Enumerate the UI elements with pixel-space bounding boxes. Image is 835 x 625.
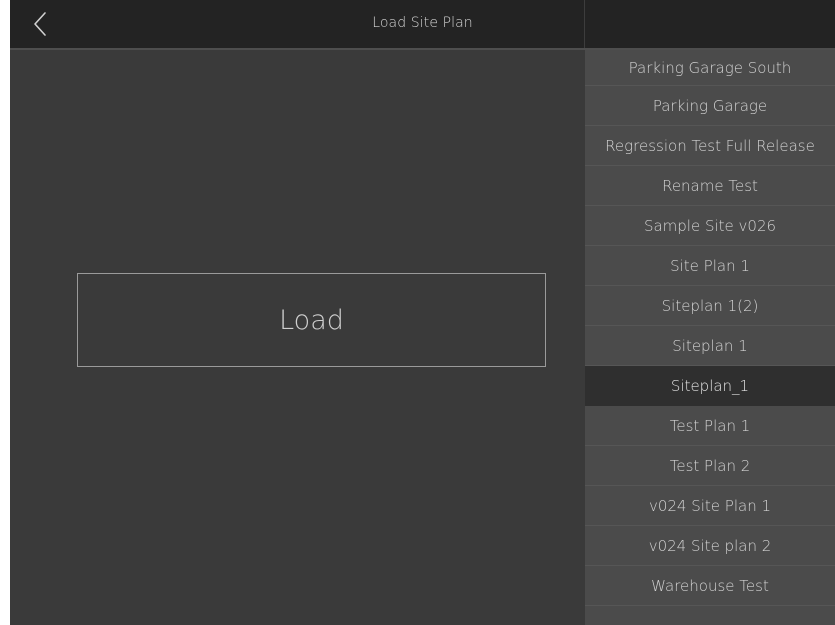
header-bar: Load Site Plan	[10, 0, 835, 50]
list-item[interactable]: Parking Garage	[585, 86, 835, 126]
list-item[interactable]: Test Plan 1	[585, 406, 835, 446]
list-item-selected[interactable]: Siteplan_1	[585, 366, 835, 406]
list-item[interactable]: Sample Site v026	[585, 206, 835, 246]
load-button[interactable]: Load	[77, 273, 546, 367]
page-title: Load Site Plan	[372, 15, 473, 31]
list-item[interactable]: Siteplan 1	[585, 326, 835, 366]
list-item[interactable]: v024 Site plan 2	[585, 526, 835, 566]
list-item[interactable]: Rename Test	[585, 166, 835, 206]
list-item[interactable]: Warehouse Test	[585, 566, 835, 606]
list-item[interactable]: Parking Garage South	[585, 50, 835, 86]
list-item[interactable]: v024 Site Plan 1	[585, 486, 835, 526]
list-item[interactable]: Regression Test Full Release	[585, 126, 835, 166]
site-plan-list[interactable]: Parking Garage South Parking Garage Regr…	[585, 50, 835, 625]
main-panel: Load	[10, 50, 585, 625]
app-window: Load Site Plan Load Parking Garage South…	[10, 0, 835, 625]
list-item[interactable]: Test Plan 2	[585, 446, 835, 486]
list-item[interactable]: Site Plan 1	[585, 246, 835, 286]
list-item[interactable]: Siteplan 1(2)	[585, 286, 835, 326]
header-divider	[584, 0, 585, 48]
